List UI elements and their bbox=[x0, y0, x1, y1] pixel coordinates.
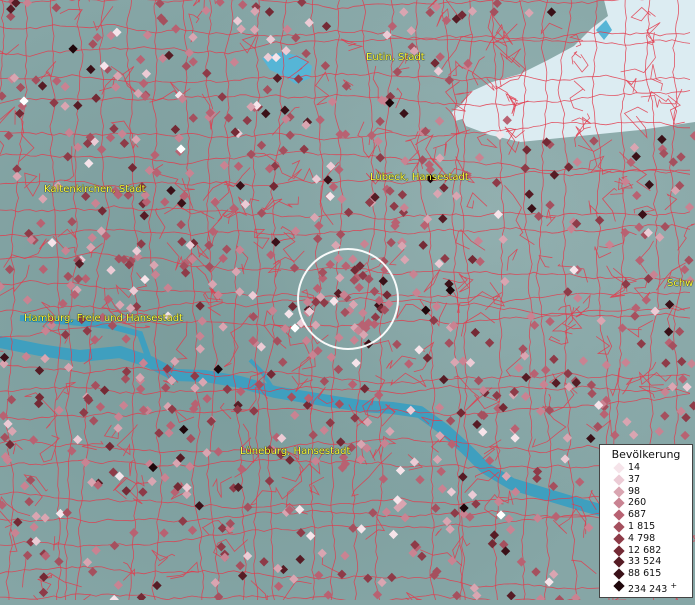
legend-value: 14 bbox=[628, 462, 641, 473]
map-canvas[interactable] bbox=[0, 0, 695, 605]
legend-value: 98 bbox=[628, 485, 641, 497]
legend-row: 687 bbox=[600, 509, 692, 521]
legend-swatch bbox=[613, 580, 625, 592]
legend-swatch bbox=[613, 474, 625, 486]
legend-row: 98 bbox=[600, 486, 692, 498]
place-label-lueneburg: Lüneburg, Hansestadt bbox=[240, 446, 351, 457]
place-label-kaltenkirchen: Kaltenkirchen, Stadt bbox=[44, 184, 146, 195]
legend-value: 260 bbox=[628, 497, 647, 509]
legend-swatch bbox=[613, 509, 625, 521]
place-label-eutin: Eutin, Stadt bbox=[366, 52, 425, 63]
legend-row: 1 815 bbox=[600, 521, 692, 533]
legend-row: 37 bbox=[600, 474, 692, 486]
legend-swatch bbox=[613, 521, 625, 533]
legend-row: 33 524 bbox=[600, 556, 692, 569]
legend-row: 12 682 bbox=[600, 545, 692, 557]
legend-value: 12 682 bbox=[628, 544, 662, 556]
legend-value: 1 815 bbox=[628, 520, 656, 532]
legend-value: 687 bbox=[628, 509, 647, 521]
place-label-luebeck: Lübeck, Hansestadt bbox=[370, 172, 469, 183]
legend-row: 4 798 bbox=[600, 533, 692, 545]
legend-swatch bbox=[613, 544, 625, 557]
legend-row: 88 615 bbox=[600, 568, 692, 580]
legend-swatch bbox=[613, 462, 625, 474]
legend-row: 260 bbox=[600, 497, 692, 510]
place-label-hamburg: Hamburg, Freie und Hansestadt bbox=[24, 313, 183, 324]
legend-value-suffix: + bbox=[670, 580, 678, 590]
population-legend: Bevölkerung 14 37 98 260 687 1 815 4 798 12 682… bbox=[599, 444, 693, 598]
legend-row: 14 bbox=[600, 462, 692, 474]
legend-swatch bbox=[613, 568, 625, 580]
legend-value: 234 243 + bbox=[628, 580, 678, 596]
legend-value: 88 615 bbox=[628, 568, 662, 580]
legend-title: Bevölkerung bbox=[611, 448, 681, 461]
map-view[interactable]: Eutin, Stadt Kaltenkirchen, Stadt Lübeck… bbox=[0, 0, 695, 605]
legend-swatch bbox=[613, 485, 625, 498]
legend-value: 33 524 bbox=[628, 556, 662, 568]
legend-swatch bbox=[613, 556, 625, 569]
legend-swatch bbox=[613, 497, 625, 510]
legend-value: 37 bbox=[628, 473, 641, 485]
legend-row: 234 243 + bbox=[600, 580, 692, 595]
legend-value: 4 798 bbox=[628, 532, 656, 544]
place-label-schwerin: Schw bbox=[667, 278, 694, 289]
legend-rows: 14 37 98 260 687 1 815 4 798 12 682 33 524 88 615… bbox=[600, 462, 692, 595]
legend-swatch bbox=[613, 533, 625, 545]
